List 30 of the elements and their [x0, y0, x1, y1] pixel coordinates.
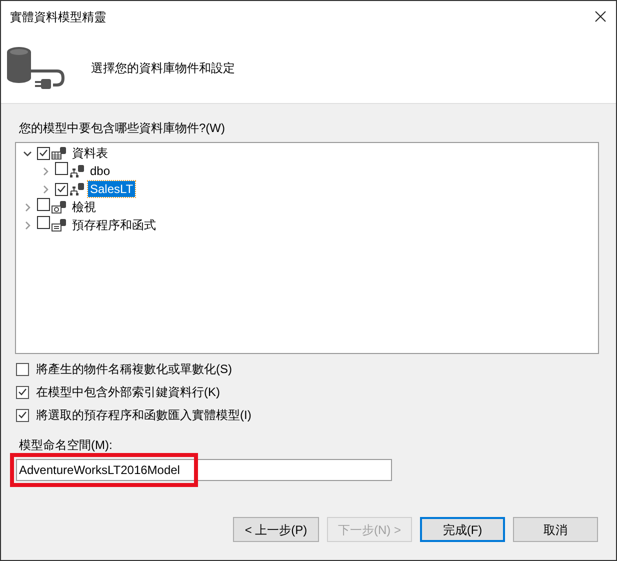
- window-title: 實體資料模型精靈: [10, 8, 106, 26]
- tree-item[interactable]: 檢視: [70, 199, 98, 215]
- procedure-database-icon: [51, 218, 67, 232]
- checkbox[interactable]: [16, 362, 29, 376]
- tree-label: 您的模型中要包含哪些資料庫物件?(W): [18, 120, 226, 137]
- checkbox[interactable]: [37, 146, 50, 160]
- option-label: 將產生的物件名稱複數化或單數化(S): [36, 361, 232, 378]
- tree-item[interactable]: 預存程序和函式: [70, 217, 158, 233]
- wizard-button[interactable]: < 上一步(P): [233, 517, 319, 542]
- checkbox[interactable]: [55, 162, 68, 175]
- checkbox[interactable]: [16, 408, 29, 422]
- namespace-label: 模型命名空間(M):: [18, 437, 114, 454]
- close-icon[interactable]: [595, 11, 606, 22]
- tree-item[interactable]: 資料表: [70, 145, 110, 161]
- checkbox[interactable]: [37, 198, 50, 211]
- checkbox[interactable]: [55, 182, 68, 196]
- namespace-field[interactable]: AdventureWorksLT2016Model: [16, 459, 392, 481]
- schema-database-icon: [69, 182, 85, 196]
- table-database-icon: [51, 146, 67, 160]
- view-database-icon: [51, 200, 67, 214]
- tree-item[interactable]: SalesLT: [88, 181, 136, 197]
- wizard-button[interactable]: 取消: [513, 517, 598, 542]
- wizard-button[interactable]: 完成(F): [420, 517, 505, 542]
- option-label: 在模型中包含外部索引鍵資料行(K): [36, 384, 220, 401]
- checkbox[interactable]: [16, 386, 29, 398]
- checkbox[interactable]: [37, 216, 50, 229]
- schema-database-icon: [69, 164, 85, 178]
- option-label: 將選取的預存程序和函數匯入實體模型(I): [36, 407, 252, 424]
- tree-item[interactable]: dbo: [88, 163, 112, 179]
- page-heading: 選擇您的資料庫物件和設定: [91, 60, 235, 76]
